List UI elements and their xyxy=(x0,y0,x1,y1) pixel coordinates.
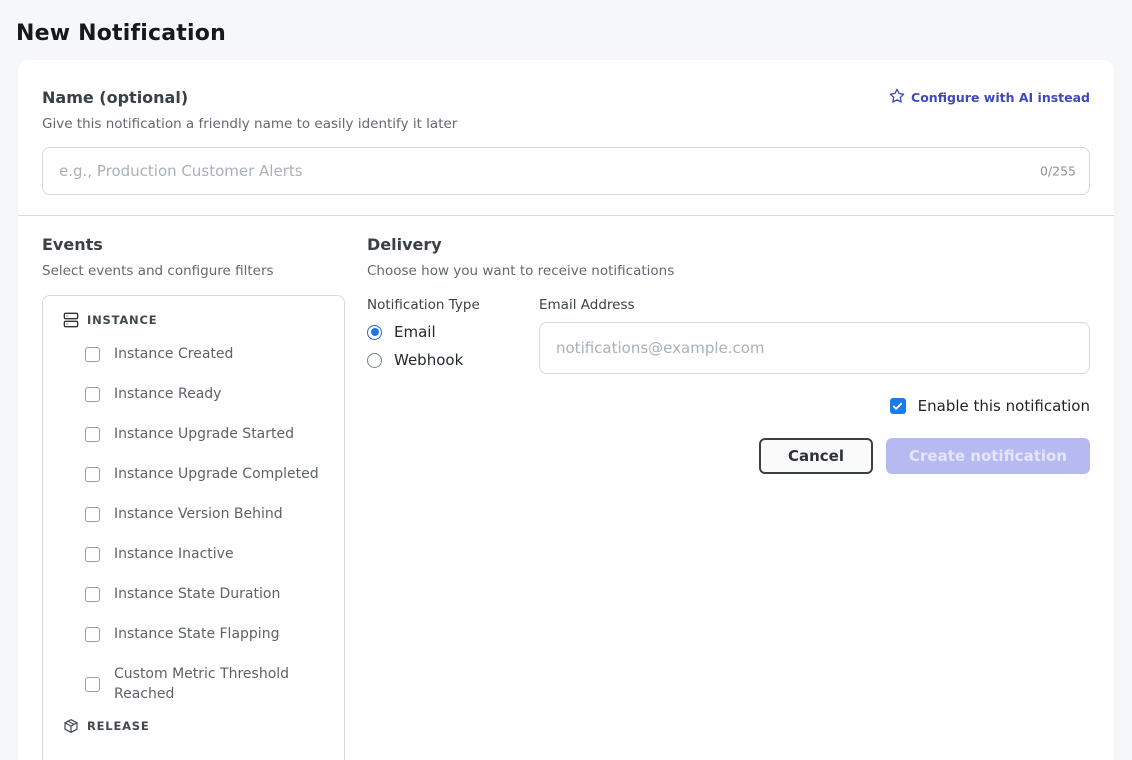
event-checkbox-row[interactable]: Instance State Duration xyxy=(85,574,328,614)
radio-icon[interactable] xyxy=(367,353,382,368)
event-checkbox-row[interactable]: Instance Upgrade Completed xyxy=(85,454,328,494)
event-checkbox[interactable] xyxy=(85,347,100,362)
event-checkbox[interactable] xyxy=(85,427,100,442)
check-icon xyxy=(892,397,903,416)
cancel-button[interactable]: Cancel xyxy=(759,438,873,474)
event-checkbox[interactable] xyxy=(85,507,100,522)
notification-type-label: Notification Type xyxy=(367,297,539,313)
radio-label: Email xyxy=(394,323,436,341)
notification-type-option-webhook[interactable]: Webhook xyxy=(367,351,539,369)
configure-with-ai-button[interactable]: Configure with AI instead xyxy=(889,88,1090,107)
name-subtitle: Give this notification a friendly name t… xyxy=(42,116,1090,132)
events-subtitle: Select events and configure filters xyxy=(42,263,345,279)
name-input[interactable] xyxy=(42,147,1090,195)
delivery-heading: Delivery xyxy=(367,235,1090,254)
event-checkbox[interactable] xyxy=(85,387,100,402)
event-checkbox-row[interactable]: Instance Ready xyxy=(85,374,328,414)
star-icon xyxy=(889,88,905,107)
server-icon xyxy=(63,312,79,328)
event-checkbox-row[interactable]: Instance Created xyxy=(85,334,328,374)
notification-type-option-email[interactable]: Email xyxy=(367,323,539,341)
char-counter: 0/255 xyxy=(1040,164,1076,179)
event-checkbox[interactable] xyxy=(85,677,100,692)
enable-notification-label: Enable this notification xyxy=(918,397,1090,415)
delivery-section: Delivery Choose how you want to receive … xyxy=(367,235,1090,760)
events-section: Events Select events and configure filte… xyxy=(42,235,345,760)
create-notification-button[interactable]: Create notification xyxy=(886,438,1090,474)
event-checkbox-row[interactable]: Custom Metric Threshold Reached xyxy=(85,654,328,714)
radio-icon[interactable] xyxy=(367,325,382,340)
event-checkbox-label: Instance Upgrade Completed xyxy=(114,464,319,484)
delivery-subtitle: Choose how you want to receive notificat… xyxy=(367,263,1090,279)
page-title: New Notification xyxy=(0,0,1132,60)
events-heading: Events xyxy=(42,235,345,254)
event-checkbox-label: Custom Metric Threshold Reached xyxy=(114,664,328,704)
event-checkbox-label: Instance Upgrade Started xyxy=(114,424,294,444)
event-group-label: INSTANCE xyxy=(87,313,157,327)
event-checkbox[interactable] xyxy=(85,547,100,562)
events-panel: INSTANCE Instance Created Instance Ready In… xyxy=(42,295,345,760)
event-checkbox-label: Instance State Flapping xyxy=(114,624,279,644)
event-checkbox-row[interactable]: Instance State Flapping xyxy=(85,614,328,654)
name-section: Name (optional) Configure with AI instea… xyxy=(18,60,1114,215)
email-address-label: Email Address xyxy=(539,297,1090,313)
event-checkbox[interactable] xyxy=(85,587,100,602)
event-checkbox[interactable] xyxy=(85,467,100,482)
email-address-input[interactable] xyxy=(539,322,1090,374)
event-checkbox-label: Instance Version Behind xyxy=(114,504,283,524)
event-group-header: RELEASE xyxy=(63,714,328,740)
event-checkbox[interactable] xyxy=(85,627,100,642)
event-checkbox-label: Instance Inactive xyxy=(114,544,234,564)
event-checkbox-label: Instance State Duration xyxy=(114,584,280,604)
event-checkbox-row[interactable]: Instance Version Behind xyxy=(85,494,328,534)
event-checkbox-label: Instance Created xyxy=(114,344,233,364)
event-group-label: RELEASE xyxy=(87,719,150,733)
event-checkbox-row[interactable]: Instance Inactive xyxy=(85,534,328,574)
event-checkbox-row[interactable]: Instance Upgrade Started xyxy=(85,414,328,454)
event-checkbox-label: Instance Ready xyxy=(114,384,221,404)
event-group-header: INSTANCE xyxy=(63,308,328,334)
name-heading: Name (optional) xyxy=(42,88,188,107)
enable-notification-checkbox[interactable] xyxy=(890,398,906,414)
radio-label: Webhook xyxy=(394,351,463,369)
configure-with-ai-label: Configure with AI instead xyxy=(911,90,1090,105)
package-icon xyxy=(63,718,79,734)
new-notification-card: Name (optional) Configure with AI instea… xyxy=(18,60,1114,760)
